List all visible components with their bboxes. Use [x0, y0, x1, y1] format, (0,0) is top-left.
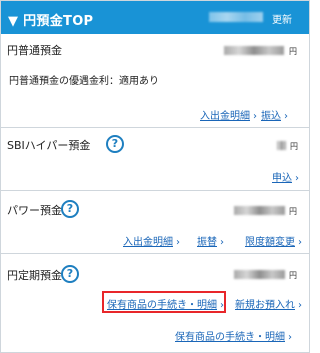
- hybrid-deposit-link[interactable]: 申込 ›: [272, 169, 299, 184]
- hybrid-section: SBIハイパー預金 ? 円 申込 ›: [1, 128, 309, 190]
- chevron-right-icon: ›: [298, 237, 302, 248]
- chevron-right-icon: ›: [176, 237, 180, 248]
- teiki-new-deposit-link[interactable]: 新規お預入れ ›: [235, 296, 302, 311]
- yen-deposit-header: ▼ 円預金TOP 更新: [1, 1, 309, 34]
- teiki-balance-blurred: [234, 270, 285, 279]
- teiki-yen: 円: [289, 271, 297, 280]
- teiki-holdings-footer-link[interactable]: 保有商品の手続き・明細 ›: [175, 328, 292, 343]
- power-yen: 円: [289, 207, 297, 216]
- preferential-rate-note: 円普通預金の優遇金利：適用あり: [9, 76, 159, 87]
- help-icon[interactable]: ?: [61, 265, 79, 283]
- teiki-section: 円定期預金 ? 円 保有商品の手続き・明細 › 新規お預入れ › 保有商品の手続き・…: [1, 254, 309, 352]
- refresh-button[interactable]: 更新: [272, 11, 292, 26]
- chevron-right-icon: ›: [295, 173, 299, 184]
- chevron-right-icon: ›: [288, 332, 292, 343]
- chevron-right-icon: ›: [220, 300, 224, 311]
- chevron-right-icon: ›: [284, 111, 288, 122]
- futsu-title: 円普通預金: [7, 44, 62, 57]
- header-title[interactable]: ▼ 円預金TOP: [8, 10, 93, 29]
- chevron-right-icon: ›: [220, 237, 224, 248]
- power-section: パワー預金 ? 円 入出金明細 › 振替 › 限度額変更 ›: [1, 191, 309, 253]
- power-statement-link[interactable]: 入出金明細 ›: [123, 233, 180, 248]
- help-icon[interactable]: ?: [106, 135, 124, 153]
- power-balance-blurred: [234, 206, 285, 215]
- power-title: パワー預金: [7, 204, 62, 217]
- teiki-holdings-link[interactable]: 保有商品の手続き・明細 ›: [107, 296, 224, 311]
- futsu-statement-link[interactable]: 入出金明細 ›: [200, 107, 257, 122]
- power-transfer-link[interactable]: 振替 ›: [197, 233, 224, 248]
- power-limit-change-link[interactable]: 限度額変更 ›: [245, 233, 302, 248]
- hybrid-balance-blurred: [277, 141, 286, 150]
- chevron-right-icon: ›: [253, 111, 257, 122]
- header-date-blurred: [209, 12, 263, 22]
- hybrid-yen: 円: [290, 142, 298, 151]
- hybrid-title: SBIハイパー預金: [7, 139, 91, 152]
- help-icon[interactable]: ?: [61, 200, 79, 218]
- yen-deposit-panel: ▼ 円預金TOP 更新 円普通預金 円 円普通預金の優遇金利：適用あり 入出金明…: [0, 0, 310, 353]
- futsu-balance-blurred: [224, 46, 284, 55]
- futsu-yen: 円: [289, 47, 297, 56]
- teiki-title: 円定期預金: [7, 269, 62, 282]
- chevron-right-icon: ›: [298, 300, 302, 311]
- futsu-section: 円普通預金 円 円普通預金の優遇金利：適用あり 入出金明細 › 振込 ›: [1, 34, 309, 127]
- futsu-transfer-link[interactable]: 振込 ›: [261, 107, 288, 122]
